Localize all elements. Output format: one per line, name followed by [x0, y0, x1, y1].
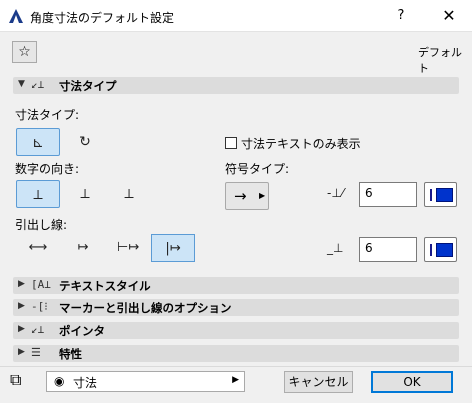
- angle-dimension-icon: ⊾: [32, 135, 44, 151]
- section-label: テキストスタイル: [59, 279, 151, 293]
- symbol-type-label: 符号タイプ:: [225, 162, 290, 176]
- pen-color-swatch: [436, 243, 453, 257]
- layer-select[interactable]: ◉ 寸法 ▶: [46, 371, 245, 392]
- collapse-arrow-icon: ▼: [18, 79, 25, 89]
- text-style-icon: [A⊥: [31, 278, 51, 291]
- dimension-type-icon: ↙⊥: [31, 78, 45, 91]
- horizontal-text-icon: ⟂: [33, 187, 43, 203]
- section-label: マーカーと引出し線のオプション: [59, 301, 232, 315]
- leader-ticks-button[interactable]: ↦: [61, 234, 105, 262]
- app-icon: [9, 9, 23, 23]
- leader-ext-diag-icon: |↦: [165, 241, 181, 256]
- orientation-aligned-button[interactable]: ⟂: [63, 180, 107, 208]
- expand-arrow-icon: ▶: [18, 279, 25, 289]
- angle-dimension-button[interactable]: ⊾: [16, 128, 60, 156]
- marker-size-input[interactable]: 6: [359, 182, 417, 207]
- section-marker-options[interactable]: ▶ -[⁝ マーカーと引出し線のオプション: [13, 299, 459, 316]
- text-pen-input[interactable]: 6: [359, 237, 417, 262]
- layer-value: 寸法: [73, 376, 98, 390]
- arc-dimension-button[interactable]: ↻: [63, 128, 107, 156]
- leader-ext-diag-button[interactable]: |↦: [151, 234, 195, 262]
- star-icon: ☆: [18, 44, 31, 60]
- expand-arrow-icon: ▶: [18, 324, 25, 334]
- expand-arrow-icon: ▶: [18, 347, 25, 357]
- orientation-label: 数字の向き:: [15, 162, 80, 176]
- marker-options-icon: -[⁝: [31, 300, 48, 313]
- leader-ticks-icon: ↦: [77, 240, 89, 255]
- ok-button[interactable]: OK: [371, 371, 453, 393]
- leader-ext-button[interactable]: ⊢↦: [106, 234, 150, 262]
- marker-pen-button[interactable]: [424, 182, 457, 207]
- leader-ext-icon: ⊢↦: [116, 240, 140, 255]
- section-label: ポインタ: [59, 324, 105, 338]
- chevron-right-icon: ▶: [259, 191, 266, 200]
- text-pen-icon: _⊥: [327, 241, 344, 255]
- section-properties[interactable]: ▶ ☰ 特性: [13, 345, 459, 362]
- eye-icon: ◉: [54, 374, 65, 388]
- aligned-text-icon: ⟂: [80, 186, 90, 202]
- text-only-label: 寸法テキストのみ表示: [241, 137, 361, 151]
- marker-size-icon: -⊥⁄: [327, 186, 344, 200]
- leader-label: 引出し線:: [15, 218, 68, 232]
- window-title: 角度寸法のデフォルト設定: [30, 11, 175, 25]
- close-button[interactable]: ✕: [426, 0, 472, 32]
- properties-icon: ☰: [31, 346, 41, 359]
- orientation-rotated-button[interactable]: ⟂: [107, 180, 151, 208]
- help-button[interactable]: ?: [384, 0, 418, 32]
- section-pointer[interactable]: ▶ ↙⊥ ポインタ: [13, 322, 459, 339]
- dimension-type-label: 寸法タイプ:: [15, 108, 80, 122]
- cancel-button[interactable]: キャンセル: [284, 371, 353, 393]
- default-label: デフォルト: [418, 46, 462, 75]
- favorites-button[interactable]: ☆: [12, 41, 37, 63]
- leader-arrows-icon: ⟷: [28, 240, 48, 255]
- text-only-checkbox[interactable]: [225, 137, 237, 149]
- text-pen-button[interactable]: [424, 237, 457, 262]
- chevron-right-icon: ▶: [232, 375, 239, 385]
- arrow-symbol-icon: →: [234, 187, 247, 205]
- pen-color-swatch: [436, 188, 453, 202]
- pointer-icon: ↙⊥: [31, 323, 45, 336]
- leader-arrows-button[interactable]: ⟷: [16, 234, 60, 262]
- rotated-text-icon: ⟂: [124, 186, 134, 202]
- section-dimension-type[interactable]: ▼ ↙⊥ 寸法タイプ: [13, 77, 459, 94]
- layers-icon: ⧉: [10, 370, 22, 389]
- section-label: 特性: [59, 347, 82, 361]
- section-text-style[interactable]: ▶ [A⊥ テキストスタイル: [13, 277, 459, 294]
- arc-dimension-icon: ↻: [79, 134, 91, 150]
- symbol-type-dropdown[interactable]: → ▶: [225, 182, 269, 210]
- section-label: 寸法タイプ: [59, 79, 117, 93]
- orientation-horizontal-button[interactable]: ⟂: [16, 180, 60, 208]
- expand-arrow-icon: ▶: [18, 301, 25, 311]
